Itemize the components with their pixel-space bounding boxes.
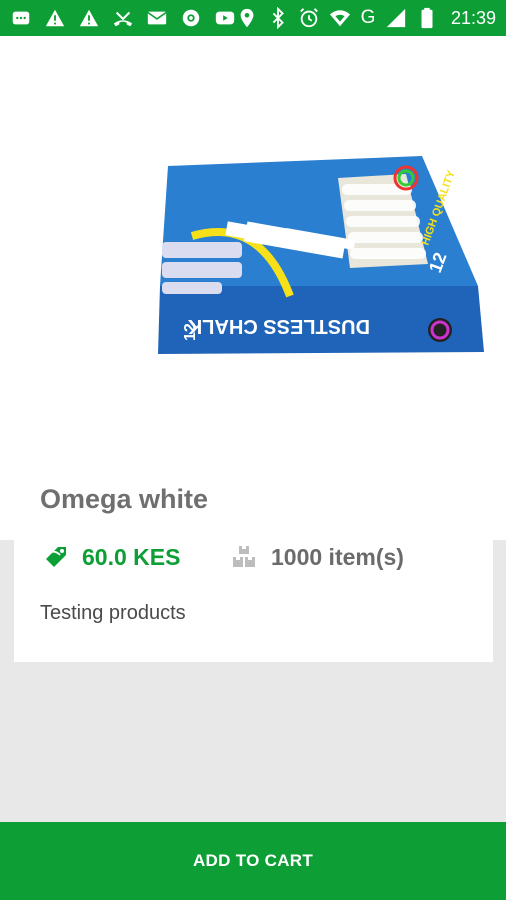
stock-row: 1000 item(s) (230, 540, 404, 574)
chalk-box-image: HIGH QUALITY 12 DUSTLESS CHALK 12 (158, 156, 484, 354)
product-description: Testing products (40, 602, 186, 624)
product-stock: 1000 item(s) (271, 543, 404, 570)
product-price: 60.0 KES (82, 543, 181, 570)
warning-icon (44, 7, 66, 29)
network-type-label: G (360, 7, 376, 28)
price-tag-icon (46, 547, 66, 567)
alarm-icon (298, 7, 320, 29)
signal-icon (385, 7, 407, 29)
missed-call-icon (112, 7, 134, 29)
camera-icon (180, 7, 202, 29)
youtube-icon (214, 7, 236, 29)
bluetooth-icon (267, 7, 289, 29)
location-icon (236, 7, 258, 29)
boxes-icon (233, 546, 255, 567)
svg-text:12: 12 (182, 323, 199, 341)
wifi-icon (329, 7, 351, 29)
product-image-area: HIGH QUALITY 12 DUSTLESS CHALK 12 (0, 36, 506, 540)
svg-text:DUSTLESS CHALK: DUSTLESS CHALK (187, 315, 370, 337)
add-to-cart-button[interactable]: ADD TO CART (0, 822, 506, 900)
status-bar: G 21:39 (0, 0, 506, 36)
warning-icon (78, 7, 100, 29)
product-title: Omega white (40, 484, 209, 514)
price-row: 60.0 KES (40, 540, 180, 574)
status-time: 21:39 (451, 7, 497, 28)
message-icon (10, 7, 32, 29)
mail-icon (146, 7, 168, 29)
battery-icon (416, 7, 438, 29)
